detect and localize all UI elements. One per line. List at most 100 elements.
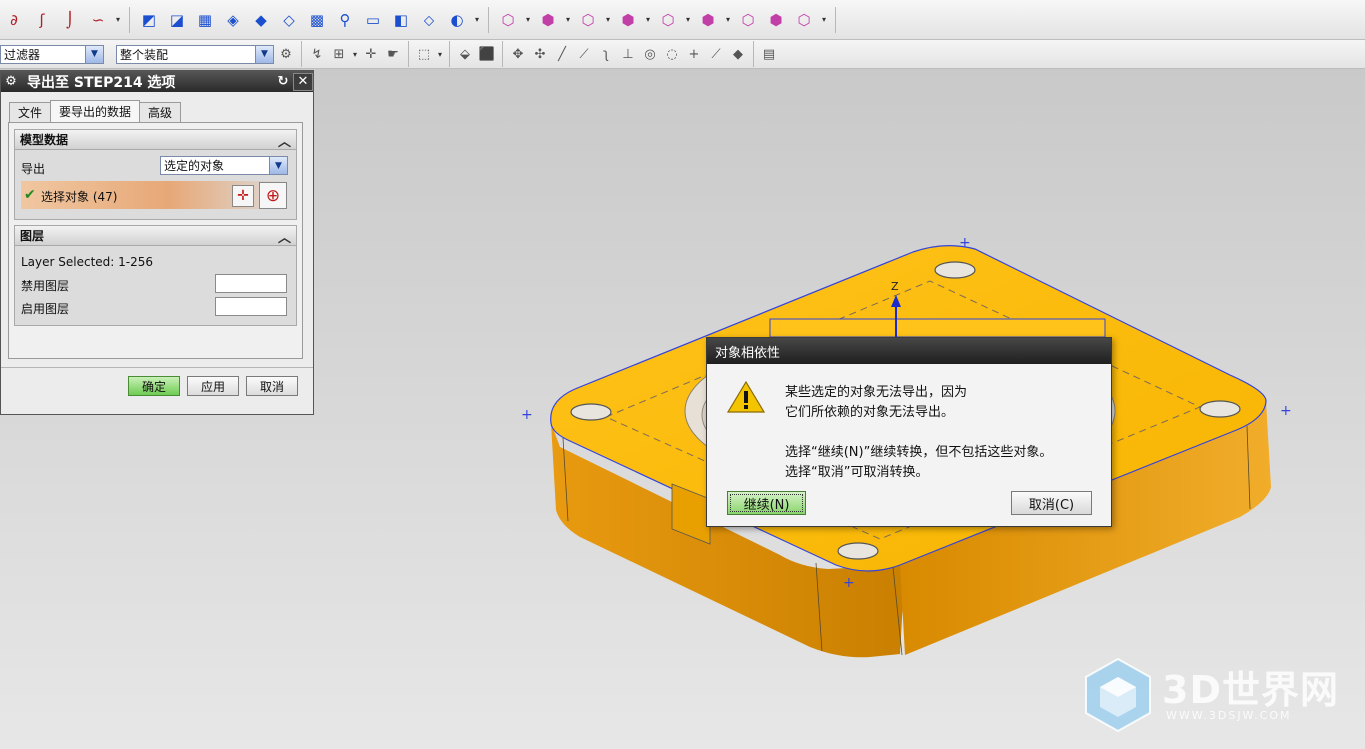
disable-layers-field[interactable] bbox=[215, 274, 287, 293]
cancel-button[interactable]: 取消 bbox=[246, 376, 298, 396]
model-data-group-header[interactable]: 模型数据 ︿ bbox=[14, 129, 297, 150]
grid-icon[interactable]: ▤ bbox=[759, 42, 779, 66]
chevron-down-icon[interactable]: ▾ bbox=[436, 50, 444, 59]
datum-point-icon: + bbox=[959, 235, 971, 251]
toolbar-separator bbox=[408, 41, 409, 67]
layers-group-header[interactable]: 图层 ︿ bbox=[14, 225, 297, 246]
type-filter-select[interactable]: 过滤器 ▼ bbox=[0, 44, 104, 64]
cube-icon[interactable]: ⬡ bbox=[576, 8, 600, 32]
toolbar-separator bbox=[502, 41, 503, 67]
plus-icon[interactable]: + bbox=[684, 42, 704, 66]
curve-icon[interactable]: ⌡ bbox=[58, 8, 82, 32]
chevron-down-icon[interactable]: ▾ bbox=[644, 15, 652, 24]
surface-icon[interactable]: ▭ bbox=[361, 8, 385, 32]
enable-layers-field[interactable] bbox=[215, 297, 287, 316]
circle-icon[interactable]: ◌ bbox=[662, 42, 682, 66]
circle-icon[interactable]: ◎ bbox=[640, 42, 660, 66]
warning-icon bbox=[727, 380, 765, 413]
cube-icon[interactable]: ⬡ bbox=[656, 8, 680, 32]
continue-button[interactable]: 继续(N) bbox=[727, 491, 806, 515]
chevron-down-icon[interactable]: ▾ bbox=[524, 15, 532, 24]
curve-icon[interactable]: ∽ bbox=[86, 8, 110, 32]
line-icon[interactable]: ╱ bbox=[552, 42, 572, 66]
message-line-1: 某些选定的对象无法导出，因为 bbox=[785, 385, 968, 400]
cube-icon[interactable]: ⬢ bbox=[764, 8, 788, 32]
cube-icon[interactable]: ⬢ bbox=[536, 8, 560, 32]
chevron-down-icon[interactable]: ▾ bbox=[564, 15, 572, 24]
move-icon[interactable]: ✣ bbox=[530, 42, 550, 66]
export-step214-dialog: ⚙ 导出至 STEP214 选项 ↻ ✕ 文件 要导出的数据 高级 模型数据 ︿… bbox=[0, 70, 314, 415]
chevron-up-icon[interactable]: ︿ bbox=[278, 131, 291, 150]
tab-data-to-export[interactable]: 要导出的数据 bbox=[50, 100, 141, 122]
chevron-up-icon[interactable]: ︿ bbox=[278, 227, 291, 246]
chevron-down-icon[interactable]: ▾ bbox=[684, 15, 692, 24]
curve-icon[interactable]: ʅ bbox=[596, 42, 616, 66]
toolbar-separator bbox=[301, 41, 302, 67]
rectangle-select-icon[interactable]: ⬚ bbox=[414, 42, 434, 66]
chevron-down-icon[interactable]: ▾ bbox=[114, 15, 122, 24]
message-line-3: 选择“继续(N)”继续转换，但不包括这些对象。 bbox=[785, 445, 1053, 460]
dialog-title: 导出至 STEP214 选项 bbox=[27, 74, 176, 91]
crosshair-icon[interactable]: ⊕ bbox=[259, 182, 287, 209]
toolbar-separator bbox=[449, 41, 450, 67]
datum-point-icon: + bbox=[843, 575, 855, 591]
watermark: 3D世界网 WWW.3DSJW.COM bbox=[1080, 655, 1350, 735]
tab-advanced[interactable]: 高级 bbox=[139, 102, 182, 122]
perpendicular-icon[interactable]: ⊥ bbox=[618, 42, 638, 66]
surface-icon[interactable]: ◆ bbox=[249, 8, 273, 32]
close-icon[interactable]: ✕ bbox=[293, 72, 313, 91]
grid-surface-icon[interactable]: ▩ bbox=[305, 8, 329, 32]
move-icon[interactable]: ✥ bbox=[508, 42, 528, 66]
surface-icon[interactable]: ◐ bbox=[445, 8, 469, 32]
line-icon[interactable]: ⟋ bbox=[574, 42, 594, 66]
curve-icon[interactable]: ʃ bbox=[30, 8, 54, 32]
chevron-down-icon[interactable]: ▾ bbox=[351, 50, 359, 59]
chevron-down-icon[interactable]: ▾ bbox=[724, 15, 732, 24]
disable-layers-label: 禁用图层 bbox=[21, 279, 70, 293]
cancel-button[interactable]: 取消(C) bbox=[1011, 491, 1092, 515]
solid-icon[interactable]: ⬙ bbox=[455, 42, 475, 66]
reset-icon[interactable]: ↻ bbox=[273, 73, 293, 91]
selection-toolbar: 过滤器 ▼ 整个装配 ▼ ⚙ ↯ ⊞ ▾ ✛ ☛ ⬚ ▾ ⬙ ⬛ ✥ ✣ ╱ ⟋… bbox=[0, 40, 1365, 69]
cube-icon[interactable]: ⬡ bbox=[792, 8, 816, 32]
add-object-icon[interactable]: ✛ bbox=[232, 185, 254, 207]
chevron-down-icon[interactable]: ▼ bbox=[269, 157, 287, 174]
surface-icon[interactable]: ⬦ bbox=[417, 8, 441, 32]
solid-icon[interactable]: ⬛ bbox=[477, 42, 497, 66]
chevron-down-icon[interactable]: ▾ bbox=[604, 15, 612, 24]
select-objects-label: 选择对象 (47) bbox=[41, 190, 118, 204]
surface-icon[interactable]: ⚲ bbox=[333, 8, 357, 32]
curve-icon[interactable]: ∂ bbox=[2, 8, 26, 32]
filter-icon[interactable]: ⚙ bbox=[276, 42, 296, 66]
face-icon[interactable]: ◆ bbox=[728, 42, 748, 66]
surface-icon[interactable]: ◧ bbox=[389, 8, 413, 32]
grid-surface-icon[interactable]: ▦ bbox=[193, 8, 217, 32]
cube-icon[interactable]: ⬡ bbox=[736, 8, 760, 32]
line-icon[interactable]: ⟋ bbox=[706, 42, 726, 66]
gear-icon[interactable]: ⚙ bbox=[1, 73, 21, 91]
chevron-down-icon[interactable]: ▾ bbox=[820, 15, 828, 24]
surface-icon[interactable]: ◪ bbox=[165, 8, 189, 32]
ok-button[interactable]: 确定 bbox=[128, 376, 180, 396]
apply-button[interactable]: 应用 bbox=[187, 376, 239, 396]
cube-icon[interactable]: ⬡ bbox=[496, 8, 520, 32]
cube-icon[interactable]: ⬢ bbox=[616, 8, 640, 32]
cube-icon[interactable]: ⬢ bbox=[696, 8, 720, 32]
toolbar-separator bbox=[753, 41, 754, 67]
chevron-down-icon[interactable]: ▼ bbox=[255, 45, 273, 63]
export-select[interactable]: 选定的对象 ▼ bbox=[160, 156, 288, 175]
chevron-down-icon[interactable]: ▾ bbox=[473, 15, 481, 24]
chevron-down-icon[interactable]: ▼ bbox=[85, 45, 103, 63]
datum-point-icon: + bbox=[1280, 403, 1292, 419]
surface-icon[interactable]: ◇ bbox=[277, 8, 301, 32]
checkmark-icon: ✔ bbox=[24, 187, 36, 203]
surface-icon[interactable]: ◈ bbox=[221, 8, 245, 32]
select-objects-row[interactable]: ✔ 选择对象 (47) ✛ ⊕ bbox=[21, 181, 289, 209]
hand-icon[interactable]: ☛ bbox=[383, 42, 403, 66]
select-icon[interactable]: ↯ bbox=[307, 42, 327, 66]
surface-icon[interactable]: ◩ bbox=[137, 8, 161, 32]
tab-file[interactable]: 文件 bbox=[9, 102, 52, 122]
scope-select[interactable]: 整个装配 ▼ bbox=[116, 44, 274, 64]
point-icon[interactable]: ✛ bbox=[361, 42, 381, 66]
snap-icon[interactable]: ⊞ bbox=[329, 42, 349, 66]
